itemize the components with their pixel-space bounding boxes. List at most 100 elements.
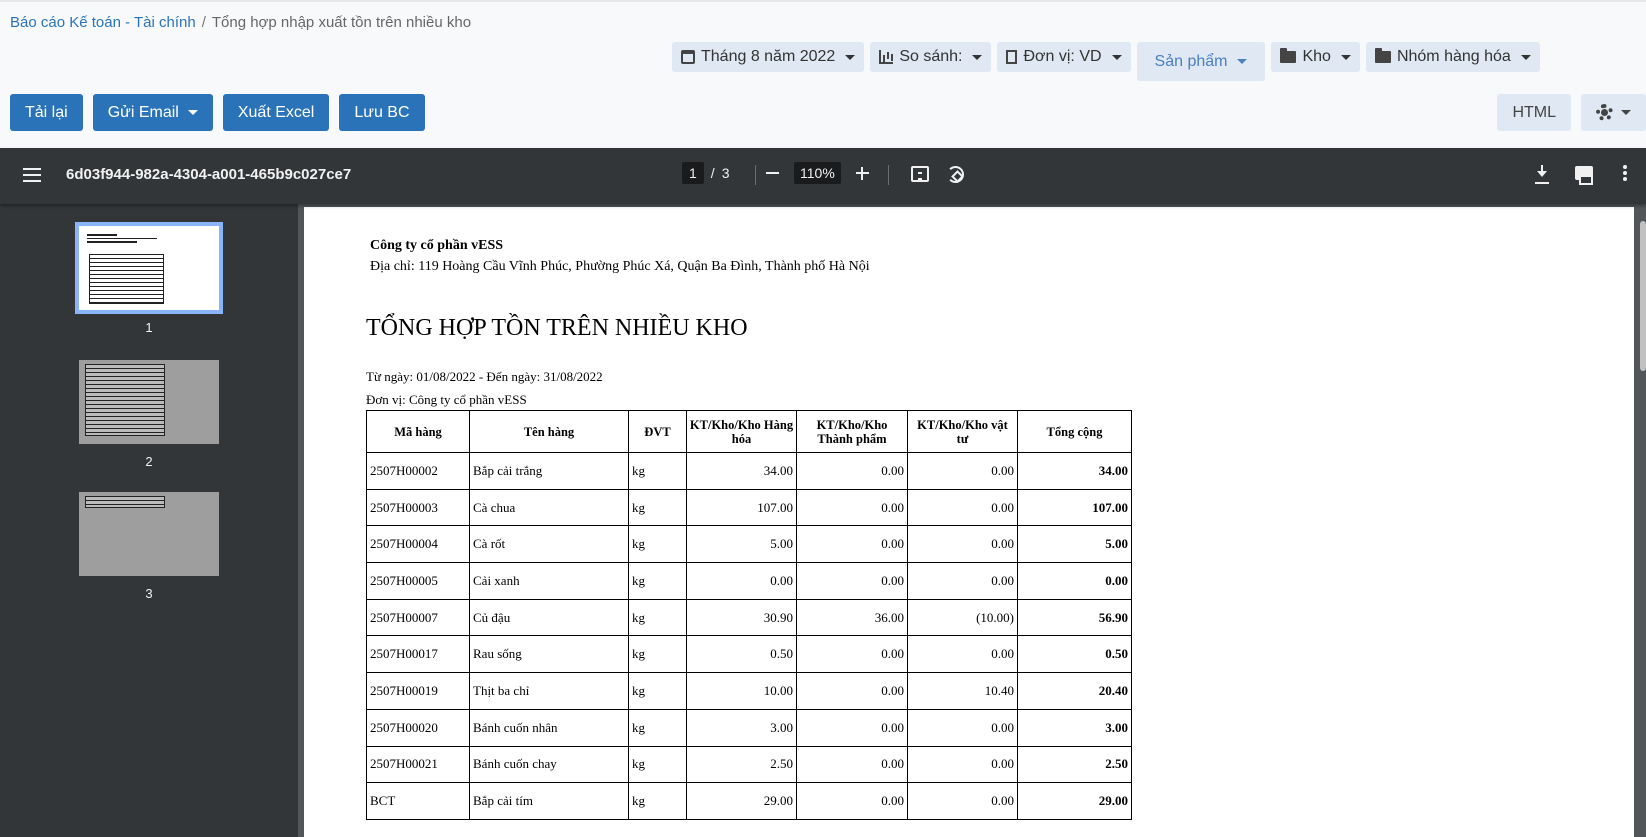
zoom-out-icon[interactable] <box>766 172 779 174</box>
filter-bar: Tháng 8 năm 2022 So sánh: Đơn vị: VD Sản… <box>672 42 1540 81</box>
vertical-scrollbar[interactable] <box>1640 221 1646 371</box>
table-row: 2507H00019 Thịt ba chỉ kg 10.00 0.00 10.40 20.… <box>366 672 1132 710</box>
toolbar-divider <box>888 165 889 185</box>
table-cell: 36.00 <box>796 598 908 637</box>
menu-icon[interactable] <box>23 168 41 170</box>
thumbnail-table <box>85 364 165 436</box>
folder-icon <box>1280 48 1297 63</box>
report-unit: Đơn vị: Công ty cổ phần vESS <box>366 392 527 407</box>
table-cell: 10.00 <box>686 672 797 710</box>
table-cell: Bắp cải tím <box>469 782 629 820</box>
table-cell: 0.00 <box>796 745 908 784</box>
thumbnail-page-2[interactable]: 2 <box>0 360 298 469</box>
column-header: KT/Kho/Kho Thành phẩm <box>796 410 908 453</box>
settings-button[interactable] <box>1581 94 1646 131</box>
thumbnail-label: 3 <box>145 586 153 601</box>
table-cell: kg <box>628 672 687 710</box>
total-pages: 3 <box>721 165 730 181</box>
table-row: 2507H00020 Bánh cuốn nhân kg 3.00 0.00 0.00 3.… <box>366 708 1132 747</box>
breadcrumb-current: Tổng hợp nhập xuất tồn trên nhiều kho <box>211 14 472 31</box>
table-cell: 0.00 <box>907 525 1018 564</box>
more-options-icon[interactable] <box>1623 165 1627 169</box>
reload-button[interactable]: Tải lại <box>10 94 83 131</box>
table-cell: 0.00 <box>796 672 908 710</box>
fit-page-icon[interactable] <box>911 166 929 182</box>
table-cell: kg <box>628 562 687 600</box>
table-cell: 2507H00019 <box>366 672 470 710</box>
thumbnail-label: 2 <box>145 454 153 469</box>
table-cell: Rau sống <box>469 635 629 674</box>
product-filter[interactable]: Sản phẩm <box>1136 42 1266 81</box>
table-cell: Cà rốt <box>469 525 629 564</box>
thumbnail-label: 1 <box>145 320 153 335</box>
view-options: HTML <box>1497 94 1646 131</box>
send-email-label: Gửi Email <box>107 103 179 121</box>
table-row: 2507H00007 Củ đậu kg 30.90 36.00 (10.00) 56.90 <box>366 598 1132 637</box>
table-cell: 2507H00017 <box>366 635 470 674</box>
zoom-level-input[interactable]: 110% <box>794 162 841 184</box>
column-header: KT/Kho/Kho Hàng hóa <box>686 410 797 453</box>
calendar-icon <box>681 50 695 64</box>
thumbnail-page-3[interactable]: 3 <box>0 492 298 601</box>
column-header: KT/Kho/Kho vật tư <box>907 410 1018 453</box>
table-cell: 0.50 <box>686 635 797 674</box>
thumbnail-content <box>87 234 211 245</box>
caret-down-icon <box>1621 110 1631 115</box>
table-cell: kg <box>628 525 687 564</box>
table-cell: 2507H00021 <box>366 745 470 784</box>
table-cell: Cải xanh <box>469 562 629 600</box>
unit-filter-label: Đơn vị: VD <box>1023 48 1102 65</box>
print-icon[interactable] <box>1575 166 1593 185</box>
table-row: 2507H00017 Rau sống kg 0.50 0.00 0.00 0.50 <box>366 635 1132 674</box>
html-view-button[interactable]: HTML <box>1497 94 1571 131</box>
page-number-input[interactable]: 1 <box>682 162 704 184</box>
warehouse-filter[interactable]: Kho <box>1271 42 1360 72</box>
unit-filter[interactable]: Đơn vị: VD <box>997 42 1131 72</box>
period-filter-label: Tháng 8 năm 2022 <box>701 48 836 65</box>
table-row: 2507H00005 Cải xanh kg 0.00 0.00 0.00 0.00 <box>366 562 1132 600</box>
table-cell: 0.00 <box>686 562 797 600</box>
table-cell: 0.00 <box>907 562 1018 600</box>
table-cell: 56.90 <box>1017 598 1132 637</box>
document-viewport[interactable]: Công ty cổ phần vESS Địa chỉ: 119 Hoàng … <box>298 204 1646 837</box>
table-cell: 30.90 <box>686 598 797 637</box>
toolbar-divider <box>755 165 756 185</box>
table-header-row: Mã hàng Tên hàng ĐVT KT/Kho/Kho Hàng hóa… <box>366 410 1132 453</box>
table-cell: 0.00 <box>907 488 1018 527</box>
company-name: Công ty cổ phần vESS <box>370 238 504 253</box>
product-filter-label: Sản phẩm <box>1154 52 1228 70</box>
zoom-in-icon[interactable] <box>855 166 869 180</box>
compare-filter[interactable]: So sánh: <box>870 42 992 72</box>
thumbnail-page-1[interactable]: 1 <box>0 222 298 335</box>
column-header: Mã hàng <box>366 410 470 453</box>
table-cell: 0.00 <box>907 635 1018 674</box>
table-cell: Thịt ba chỉ <box>469 672 629 710</box>
table-cell: 0.00 <box>796 452 908 490</box>
table-cell: Cà chua <box>469 488 629 527</box>
report-header: Báo cáo Kế toán - Tài chính / Tổng hợp n… <box>0 0 1646 148</box>
table-cell: 0.00 <box>907 708 1018 747</box>
page-control: 1 / 3 <box>682 162 729 184</box>
warehouse-filter-label: Kho <box>1302 48 1331 65</box>
table-cell: kg <box>628 598 687 637</box>
caret-down-icon <box>1111 54 1122 60</box>
download-icon[interactable] <box>1535 165 1549 183</box>
thumbnail-image <box>75 222 223 314</box>
breadcrumb-parent-link[interactable]: Báo cáo Kế toán - Tài chính <box>10 14 196 31</box>
bar-chart-icon <box>879 50 894 64</box>
rotate-icon[interactable] <box>947 166 964 183</box>
export-excel-button[interactable]: Xuất Excel <box>222 94 330 131</box>
compare-filter-label: So sánh: <box>899 48 963 65</box>
table-cell: 0.00 <box>796 562 908 600</box>
save-report-button[interactable]: Lưu BC <box>339 94 425 131</box>
period-filter[interactable]: Tháng 8 năm 2022 <box>672 42 865 72</box>
table-cell: kg <box>628 635 687 674</box>
send-email-button[interactable]: Gửi Email <box>92 94 213 131</box>
table-cell: Bắp cải trắng <box>469 452 629 490</box>
group-filter[interactable]: Nhóm hàng hóa <box>1365 42 1540 72</box>
table-cell: 2.50 <box>686 745 797 784</box>
document-name: 6d03f944-982a-4304-a001-465b9c027ce7 <box>66 166 352 183</box>
table-cell: 0.50 <box>1017 635 1132 674</box>
thumbnail-image <box>79 360 219 444</box>
pdf-toolbar: 6d03f944-982a-4304-a001-465b9c027ce7 1 /… <box>0 148 1646 204</box>
